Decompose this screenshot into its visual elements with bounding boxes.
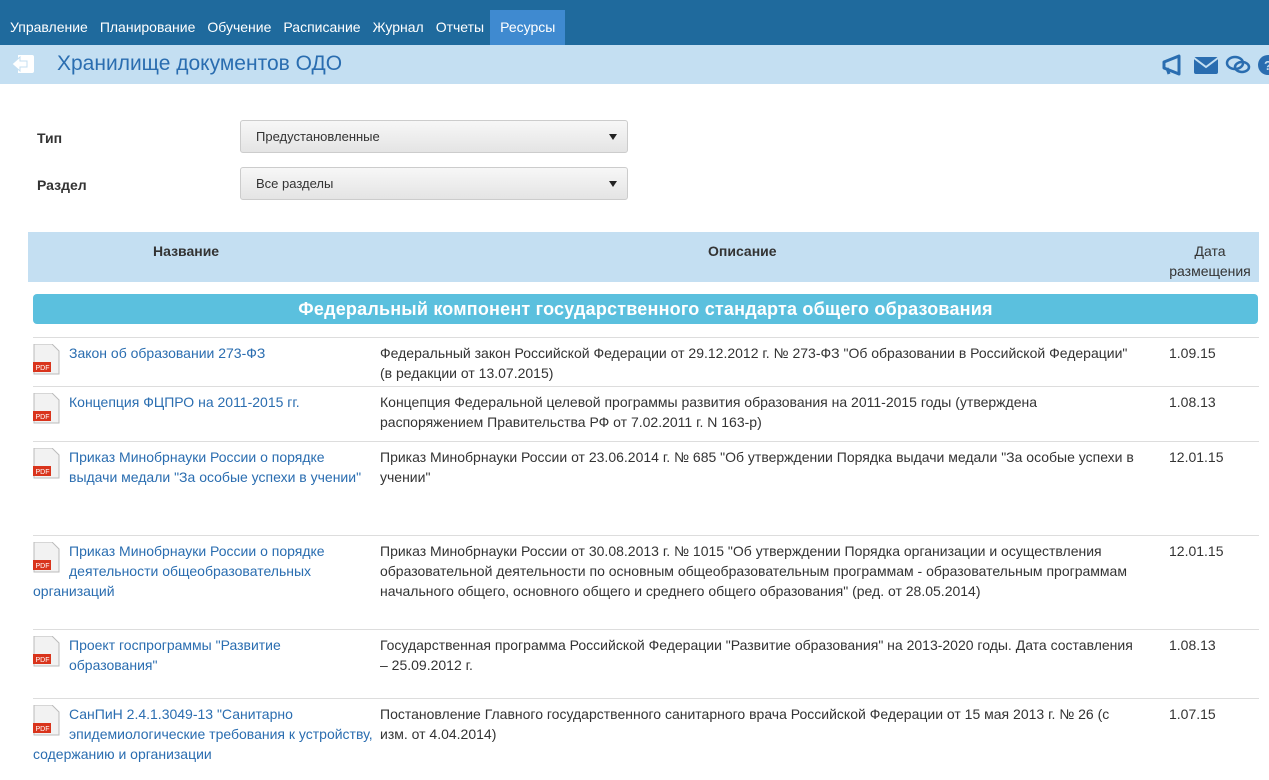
table-row: PDF Проект госпрограммы "Развитие образо…: [33, 629, 1259, 698]
document-description: Концепция Федеральной целевой программы …: [380, 394, 1038, 430]
top-navigation: Управление Планирование Обучение Расписа…: [0, 0, 1269, 45]
section-select[interactable]: Все разделы: [240, 167, 628, 200]
table-row: PDF Приказ Минобрнауки России о порядке …: [33, 535, 1259, 636]
nav-menu: Управление Планирование Обучение Расписа…: [0, 10, 566, 45]
table-row: PDF Концепция ФЦПРО на 2011-2015 гг. Кон…: [33, 386, 1259, 441]
page-header: Хранилище документов ОДО ?: [0, 45, 1269, 84]
nav-item-reports[interactable]: Отчеты: [430, 10, 490, 45]
document-date: 1.09.15: [1169, 345, 1216, 361]
megaphone-icon[interactable]: [1161, 54, 1187, 76]
document-description: Приказ Минобрнауки России от 23.06.2014 …: [380, 449, 1134, 485]
document-name: Приказ Минобрнауки России о порядке деят…: [33, 543, 325, 599]
pdf-icon: PDF: [33, 448, 60, 479]
svg-text:PDF: PDF: [36, 469, 50, 476]
type-label: Тип: [37, 130, 63, 146]
chevron-down-icon: [609, 181, 617, 187]
svg-text:PDF: PDF: [36, 726, 50, 733]
svg-text:PDF: PDF: [36, 657, 50, 664]
table-header: Название Описание Дата размещения: [28, 232, 1259, 282]
document-link[interactable]: PDF Концепция ФЦПРО на 2011-2015 гг.: [33, 392, 373, 424]
chevron-down-icon: [609, 134, 617, 140]
column-header-date[interactable]: Дата размещения: [1161, 241, 1259, 281]
svg-text:PDF: PDF: [36, 365, 50, 372]
document-description: Приказ Минобрнауки России от 30.08.2013 …: [380, 543, 1127, 599]
nav-item-schedule[interactable]: Расписание: [277, 10, 366, 45]
section-title-bar: Федеральный компонент государственного с…: [33, 294, 1258, 324]
document-name: Приказ Минобрнауки России о порядке выда…: [69, 449, 362, 485]
document-date: 1.08.13: [1169, 394, 1216, 410]
pdf-icon: PDF: [33, 344, 60, 375]
nav-item-resources[interactable]: Ресурсы: [490, 10, 566, 45]
column-header-date-line2: размещения: [1169, 263, 1251, 279]
document-name: СанПиН 2.4.1.3049-13 "Санитарно эпидемио…: [33, 706, 373, 762]
document-name: Концепция ФЦПРО на 2011-2015 гг.: [69, 394, 300, 410]
table-row: PDF Приказ Минобрнауки России о порядке …: [33, 441, 1259, 535]
document-link[interactable]: PDF Приказ Минобрнауки России о порядке …: [33, 541, 373, 601]
document-link[interactable]: PDF Приказ Минобрнауки России о порядке …: [33, 447, 373, 487]
document-name: Проект госпрограммы "Развитие образовани…: [69, 637, 281, 673]
document-date: 1.08.13: [1169, 637, 1216, 653]
envelope-icon[interactable]: [1193, 54, 1219, 76]
nav-item-planning[interactable]: Планирование: [94, 10, 202, 45]
document-description: Федеральный закон Российской Федерации о…: [380, 345, 1128, 381]
header-toolbar: ?: [1161, 54, 1269, 76]
page-title: Хранилище документов ОДО: [57, 52, 343, 75]
document-description: Государственная программа Российской Фед…: [380, 637, 1133, 673]
type-select[interactable]: Предустановленные: [240, 120, 628, 153]
document-date: 1.07.15: [1169, 706, 1216, 722]
svg-text:PDF: PDF: [36, 563, 50, 570]
table-row: PDF СанПиН 2.4.1.3049-13 "Санитарно эпид…: [33, 698, 1259, 780]
nav-item-journal[interactable]: Журнал: [367, 10, 430, 45]
nav-item-learning[interactable]: Обучение: [201, 10, 277, 45]
chat-icon[interactable]: [1225, 54, 1251, 76]
document-link[interactable]: PDF Проект госпрограммы "Развитие образо…: [33, 635, 373, 675]
column-header-date-line1: Дата: [1194, 243, 1226, 259]
pdf-icon: PDF: [33, 542, 60, 573]
document-date: 12.01.15: [1169, 543, 1224, 559]
document-link[interactable]: PDF Закон об образовании 273-ФЗ: [33, 343, 373, 375]
document-description: Постановление Главного государственного …: [380, 706, 1110, 742]
document-link[interactable]: PDF СанПиН 2.4.1.3049-13 "Санитарно эпид…: [33, 704, 373, 764]
document-name: Закон об образовании 273-ФЗ: [69, 345, 266, 361]
section-label: Раздел: [37, 177, 87, 193]
column-header-description[interactable]: Описание: [708, 241, 777, 261]
section-select-value: Все разделы: [256, 176, 334, 191]
column-header-name[interactable]: Название: [153, 241, 219, 261]
table-row: PDF Закон об образовании 273-ФЗ Федераль…: [33, 337, 1259, 386]
svg-text:PDF: PDF: [36, 414, 50, 421]
pdf-icon: PDF: [33, 705, 60, 736]
type-select-value: Предустановленные: [256, 129, 380, 144]
help-icon[interactable]: ?: [1257, 54, 1269, 76]
svg-text:?: ?: [1264, 58, 1269, 73]
nav-item-management[interactable]: Управление: [0, 10, 94, 45]
back-icon[interactable]: [10, 53, 35, 75]
document-date: 12.01.15: [1169, 449, 1224, 465]
pdf-icon: PDF: [33, 636, 60, 667]
pdf-icon: PDF: [33, 393, 60, 424]
